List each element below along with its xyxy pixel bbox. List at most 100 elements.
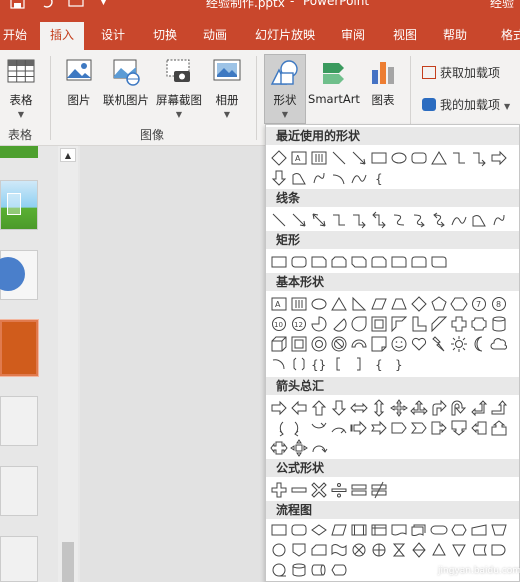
rotated-square-icon[interactable] xyxy=(270,149,288,167)
lightning-bolt-icon[interactable] xyxy=(430,335,448,353)
double-arrow-line-icon[interactable] xyxy=(310,211,328,229)
undo-icon[interactable] xyxy=(40,0,56,10)
tab-format[interactable]: 格式 xyxy=(496,22,520,50)
slide-thumbnail[interactable] xyxy=(0,146,38,158)
slide-thumbnail[interactable] xyxy=(0,180,38,230)
elbow-double-arrow-icon[interactable] xyxy=(370,211,388,229)
flowchart-manual-input-icon[interactable] xyxy=(470,521,488,539)
flowchart-display-icon[interactable] xyxy=(330,561,348,579)
flowchart-predefined-process-icon[interactable] xyxy=(350,521,368,539)
slide-thumbnail-selected[interactable] xyxy=(0,320,38,376)
left-right-arrow-icon[interactable] xyxy=(350,399,368,417)
curved-down-arrow-icon[interactable] xyxy=(330,419,348,437)
present-icon[interactable] xyxy=(68,0,84,10)
bent-up-arrow-icon[interactable] xyxy=(490,399,508,417)
diagonal-stripe-icon[interactable] xyxy=(430,315,448,333)
arc-icon[interactable] xyxy=(350,169,368,187)
right-brace-icon[interactable]: } xyxy=(390,355,408,373)
arc-icon[interactable] xyxy=(270,355,288,373)
quad-arrow-icon[interactable] xyxy=(390,399,408,417)
slide-thumbnail[interactable] xyxy=(0,536,38,582)
cross-icon[interactable] xyxy=(450,315,468,333)
round-single-corner-rectangle-icon[interactable] xyxy=(390,253,408,271)
down-arrow-icon[interactable] xyxy=(330,399,348,417)
divide-icon[interactable] xyxy=(330,481,348,499)
slide-thumbnail[interactable] xyxy=(0,250,38,300)
bevel-icon[interactable] xyxy=(290,335,308,353)
flowchart-document-icon[interactable] xyxy=(390,521,408,539)
chevron-down-icon[interactable]: ▼ xyxy=(100,0,107,7)
heptagon-icon[interactable]: 7 xyxy=(470,295,488,313)
curved-up-arrow-icon[interactable] xyxy=(310,419,328,437)
multiply-icon[interactable] xyxy=(310,481,328,499)
vertical-textbox-icon[interactable] xyxy=(290,295,308,313)
decagon-icon[interactable]: 10 xyxy=(270,315,288,333)
shapes-button[interactable]: 形状 ▼ xyxy=(264,54,306,124)
hexagon-icon[interactable] xyxy=(450,295,468,313)
flowchart-decision-icon[interactable] xyxy=(310,521,328,539)
tab-help[interactable]: 帮助 xyxy=(438,22,472,50)
left-up-arrow-icon[interactable] xyxy=(470,399,488,417)
notched-right-arrow-icon[interactable] xyxy=(370,419,388,437)
elbow-connector-icon[interactable] xyxy=(330,211,348,229)
heart-icon[interactable] xyxy=(410,335,428,353)
moon-icon[interactable] xyxy=(470,335,488,353)
not-equal-icon[interactable] xyxy=(370,481,388,499)
flowchart-or-icon[interactable] xyxy=(370,541,388,559)
album-button[interactable]: 相册 ▼ xyxy=(210,58,244,119)
chart-button[interactable]: 图表 xyxy=(366,58,400,108)
flowchart-preparation-icon[interactable] xyxy=(450,521,468,539)
flowchart-punched-tape-icon[interactable] xyxy=(330,541,348,559)
parallelogram-icon[interactable] xyxy=(370,295,388,313)
up-arrow-icon[interactable] xyxy=(310,399,328,417)
pie-icon[interactable] xyxy=(310,315,328,333)
oval-icon[interactable] xyxy=(310,295,328,313)
flowchart-card-icon[interactable] xyxy=(310,541,328,559)
flowchart-magnetic-disk-icon[interactable] xyxy=(290,561,308,579)
chord-icon[interactable] xyxy=(330,315,348,333)
oval-icon[interactable] xyxy=(390,149,408,167)
donut-icon[interactable] xyxy=(310,335,328,353)
flowchart-manual-operation-icon[interactable] xyxy=(490,521,508,539)
left-arrow-callout-icon[interactable] xyxy=(470,419,488,437)
slide-thumbnail[interactable] xyxy=(0,396,38,446)
flowchart-multidocument-icon[interactable] xyxy=(410,521,428,539)
minus-icon[interactable] xyxy=(290,481,308,499)
dodecagon-icon[interactable]: 12 xyxy=(290,315,308,333)
account-name[interactable]: 经验 xyxy=(490,0,514,11)
scroll-thumb[interactable] xyxy=(62,542,74,582)
plaque-icon[interactable] xyxy=(470,315,488,333)
scribble-icon[interactable] xyxy=(490,211,508,229)
scribble-icon[interactable] xyxy=(310,169,328,187)
up-down-arrow-icon[interactable] xyxy=(370,399,388,417)
l-shape-icon[interactable] xyxy=(410,315,428,333)
slide-thumbnail[interactable] xyxy=(0,466,38,516)
textbox-icon[interactable]: A xyxy=(290,149,308,167)
line-icon[interactable] xyxy=(330,149,348,167)
rectangle-icon[interactable] xyxy=(370,149,388,167)
arrow-line-icon[interactable] xyxy=(350,149,368,167)
left-right-arrow-callout-icon[interactable] xyxy=(270,439,288,457)
equal-icon[interactable] xyxy=(350,481,368,499)
curve-icon[interactable] xyxy=(330,169,348,187)
my-addins-button[interactable]: 我的加载项 ▼ xyxy=(422,96,510,113)
bent-arrow-icon[interactable] xyxy=(430,399,448,417)
frame-icon[interactable] xyxy=(370,315,388,333)
flowchart-connector-icon[interactable] xyxy=(270,541,288,559)
snip-corner-rectangle-icon[interactable] xyxy=(310,253,328,271)
chevron-shape-icon[interactable] xyxy=(410,419,428,437)
rectangle-icon[interactable] xyxy=(270,253,288,271)
elbow-arrow-icon[interactable] xyxy=(350,211,368,229)
table-button[interactable]: 表格 ▼ xyxy=(4,58,38,119)
tab-animations[interactable]: 动画 xyxy=(198,22,232,50)
flowchart-extract-icon[interactable] xyxy=(430,541,448,559)
u-turn-arrow-icon[interactable] xyxy=(450,399,468,417)
pentagon-icon[interactable] xyxy=(430,295,448,313)
flowchart-internal-storage-icon[interactable] xyxy=(370,521,388,539)
slide-canvas[interactable] xyxy=(80,146,266,582)
round-same-side-rectangle-icon[interactable] xyxy=(410,253,428,271)
flowchart-sort-icon[interactable] xyxy=(410,541,428,559)
online-picture-button[interactable]: 联机图片 xyxy=(102,58,150,108)
double-brace-icon[interactable]: {} xyxy=(310,355,328,373)
flowchart-data-icon[interactable] xyxy=(330,521,348,539)
